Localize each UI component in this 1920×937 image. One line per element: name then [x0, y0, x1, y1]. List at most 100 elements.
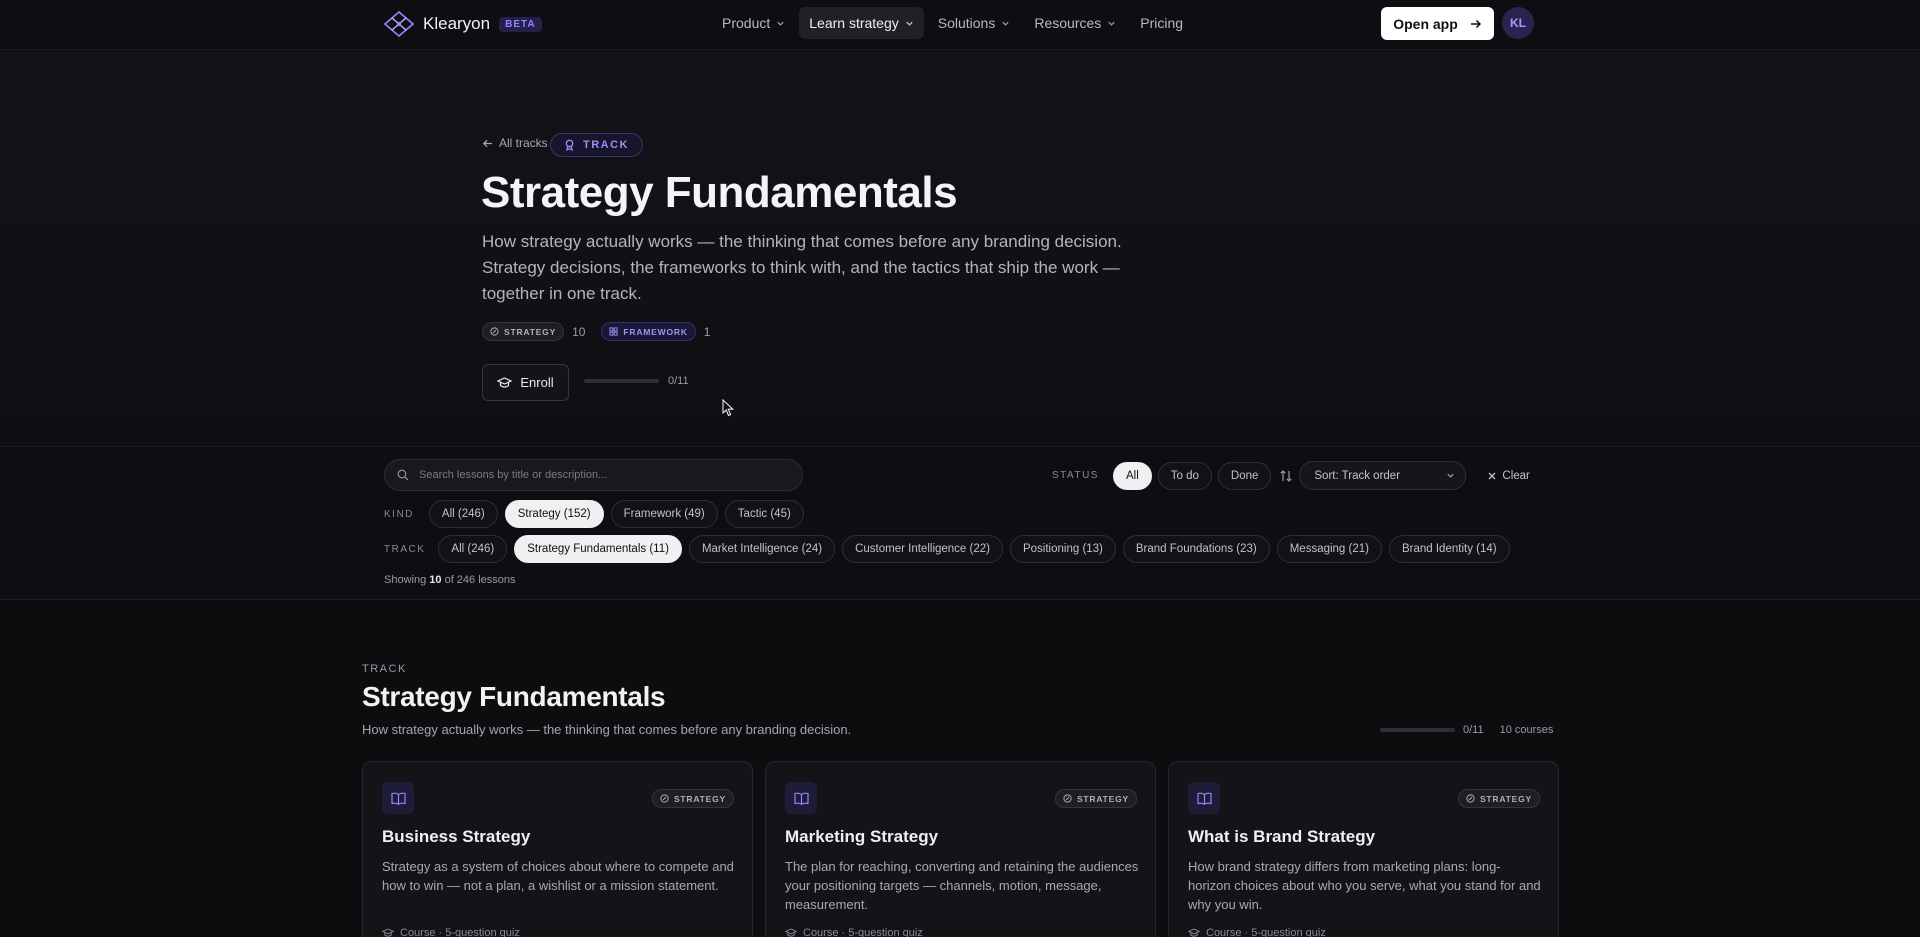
track-all[interactable]: All (246)	[438, 535, 508, 563]
menu-resources-label: Resources	[1034, 15, 1102, 31]
hero-progress: 0/11	[584, 375, 689, 387]
all-tracks-label: All tracks	[499, 136, 548, 150]
track-brand-identity[interactable]: Brand Identity (14)	[1388, 535, 1510, 563]
menu-learn-strategy[interactable]: Learn strategy	[799, 7, 924, 39]
menu-pricing[interactable]: Pricing	[1130, 7, 1193, 39]
card-icon-wrap	[382, 782, 414, 814]
framework-tag-label: FRAMEWORK	[623, 326, 688, 337]
card-meta-text: Course · 5-question quiz	[1206, 927, 1326, 937]
enroll-button[interactable]: Enroll	[482, 364, 569, 401]
chevron-down-icon	[777, 21, 784, 26]
menu-solutions-label: Solutions	[937, 15, 996, 31]
course-card[interactable]: STRATEGY Marketing Strategy The plan for…	[765, 761, 1156, 937]
clear-filters-button[interactable]: Clear	[1488, 470, 1530, 482]
kind-tactic[interactable]: Tactic (45)	[724, 500, 804, 528]
sort-select-value: Sort: Track order	[1314, 469, 1401, 482]
kind-all[interactable]: All (246)	[428, 500, 498, 528]
section-title: Strategy Fundamentals	[362, 681, 666, 712]
enroll-label: Enroll	[520, 375, 554, 390]
results-count: Showing 10 of 246 lessons	[384, 574, 516, 586]
brand[interactable]: Klearyon BETA	[384, 11, 542, 37]
track-market-intelligence[interactable]: Market Intelligence (24)	[688, 535, 836, 563]
hero-progress-bar	[584, 379, 659, 383]
card-title: Business Strategy	[382, 827, 531, 846]
showing-suffix: of 246 lessons	[444, 574, 516, 586]
track-messaging[interactable]: Messaging (21)	[1276, 535, 1382, 563]
track-customer-intelligence[interactable]: Customer Intelligence (22)	[842, 535, 1003, 563]
status-to-do[interactable]: To do	[1157, 461, 1212, 490]
showing-prefix: Showing	[384, 574, 427, 586]
open-app-button[interactable]: Open app	[1381, 7, 1494, 40]
status-filter: STATUS All To do Done Sort: Track order …	[1052, 461, 1530, 490]
avatar[interactable]: KL	[1502, 7, 1534, 39]
brand-logo-icon	[384, 11, 414, 37]
page-title: Strategy Fundamentals	[481, 168, 958, 217]
card-tag: STRATEGY	[651, 789, 734, 808]
kind-framework[interactable]: Framework (49)	[610, 500, 718, 528]
grid-icon	[609, 327, 618, 336]
section-progress: 0/11 10 courses	[1380, 724, 1553, 736]
sort-select[interactable]: Sort: Track order	[1299, 461, 1467, 490]
status-done[interactable]: Done	[1217, 461, 1272, 490]
sort-icon[interactable]	[1279, 469, 1293, 483]
book-icon	[390, 792, 406, 805]
search-icon	[397, 469, 409, 481]
track-brand-foundations[interactable]: Brand Foundations (23)	[1122, 535, 1270, 563]
compass-icon	[490, 327, 499, 336]
card-meta: Course · 5-question quiz	[785, 927, 923, 937]
track-label: TRACK	[384, 543, 426, 555]
beta-badge: BETA	[499, 16, 542, 32]
search-box[interactable]	[384, 459, 803, 491]
book-icon	[793, 792, 809, 805]
chevron-down-icon	[1447, 473, 1455, 478]
card-tag-label: STRATEGY	[1479, 793, 1532, 804]
kind-filter: KIND All (246) Strategy (152) Framework …	[384, 500, 804, 528]
mouse-cursor-icon	[722, 399, 734, 417]
all-tracks-link[interactable]: All tracks	[482, 136, 548, 150]
graduation-cap-icon	[785, 928, 797, 937]
track-strategy-fundamentals[interactable]: Strategy Fundamentals (11)	[514, 535, 682, 563]
status-all[interactable]: All	[1112, 461, 1152, 490]
menu-product-label: Product	[722, 15, 771, 31]
menu-learn-strategy-label: Learn strategy	[809, 15, 899, 31]
main-menu: Product Learn strategy Solutions Resourc…	[712, 7, 1193, 39]
card-meta-text: Course · 5-question quiz	[803, 927, 923, 937]
card-tag-label: STRATEGY	[673, 793, 726, 804]
course-card[interactable]: STRATEGY Business Strategy Strategy as a…	[362, 761, 753, 937]
card-tag: STRATEGY	[1054, 789, 1137, 808]
course-card[interactable]: STRATEGY What is Brand Strategy How bran…	[1168, 761, 1559, 937]
kind-label: KIND	[384, 508, 414, 520]
showing-count: 10	[429, 574, 442, 586]
kind-strategy[interactable]: Strategy (152)	[504, 500, 604, 528]
graduation-cap-icon	[1188, 928, 1200, 937]
award-icon	[565, 139, 574, 151]
menu-product[interactable]: Product	[712, 7, 795, 39]
hero-progress-text: 0/11	[668, 375, 689, 387]
framework-tag: FRAMEWORK	[601, 322, 696, 341]
card-description: How brand strategy differs from marketin…	[1188, 859, 1541, 912]
search-input[interactable]	[419, 469, 779, 481]
course-count: 10 courses	[1499, 724, 1554, 736]
chevron-down-icon	[1002, 21, 1009, 26]
track-badge-label: TRACK	[583, 139, 629, 151]
menu-resources[interactable]: Resources	[1024, 7, 1126, 39]
chevron-down-icon	[1108, 21, 1115, 26]
strategy-tag-label: STRATEGY	[504, 326, 557, 337]
card-title: What is Brand Strategy	[1188, 827, 1376, 846]
card-title: Marketing Strategy	[785, 827, 939, 846]
card-description: Strategy as a system of choices about wh…	[382, 859, 734, 893]
section-progress-bar	[1380, 728, 1455, 732]
book-icon	[1196, 792, 1212, 805]
section-progress-text: 0/11	[1463, 724, 1484, 736]
section-description: How strategy actually works — the thinki…	[362, 722, 852, 737]
brand-name: Klearyon	[423, 14, 491, 33]
framework-count: 1	[703, 324, 711, 339]
menu-solutions[interactable]: Solutions	[928, 7, 1021, 39]
open-app-label: Open app	[1393, 15, 1458, 32]
track-positioning[interactable]: Positioning (13)	[1009, 535, 1116, 563]
compass-icon	[1063, 794, 1072, 803]
graduation-cap-icon	[382, 928, 394, 937]
course-cards: STRATEGY Business Strategy Strategy as a…	[362, 761, 1559, 937]
card-description: The plan for reaching, converting and re…	[785, 859, 1139, 912]
hero-tag-counts: STRATEGY 10 FRAMEWORK 1	[482, 322, 710, 341]
